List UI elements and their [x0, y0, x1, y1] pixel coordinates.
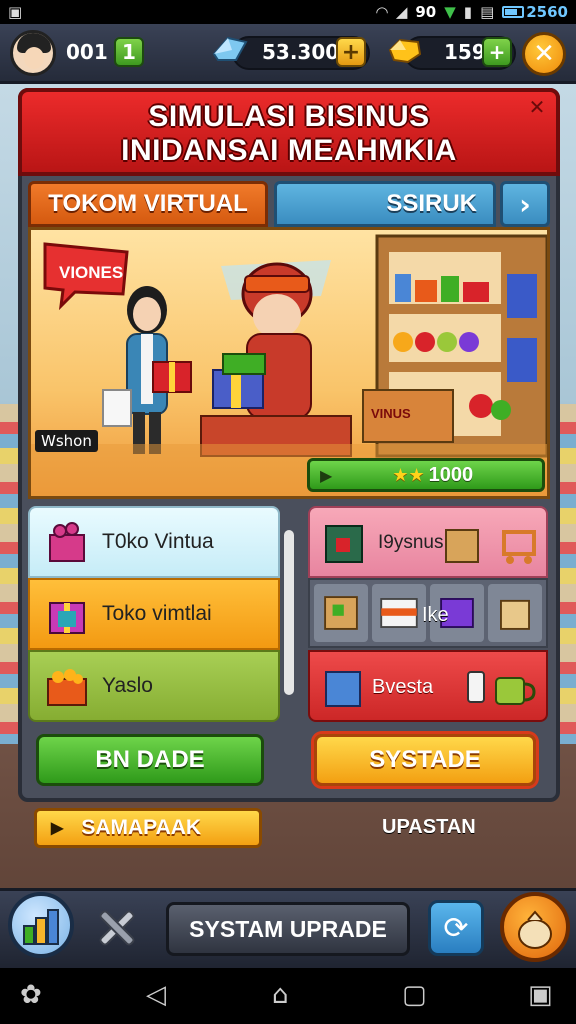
- list-item-label: Toko vimtlai: [102, 602, 212, 625]
- crystal-icon: [212, 36, 248, 61]
- upastan-link[interactable]: UPASTAN: [382, 816, 476, 839]
- signal-icon: ◢: [395, 3, 408, 21]
- shop-item[interactable]: I9ysnus: [308, 506, 548, 578]
- avatar[interactable]: [10, 30, 56, 76]
- systade-button[interactable]: SYSTADE: [314, 734, 536, 786]
- samapak-label: SAMAPAAK: [81, 816, 202, 839]
- shop-scene: VIONES VINUS Wshon ▶ ★★ 1000: [28, 227, 550, 499]
- screenshot-icon[interactable]: ▣: [528, 980, 553, 1010]
- play-icon: ▶: [320, 465, 333, 485]
- list-item[interactable]: Toko vimtlai: [28, 578, 280, 650]
- list-item[interactable]: T0ko Vintua: [28, 506, 280, 578]
- photo-icon: ▤: [480, 3, 495, 21]
- shelf-sign-text: VINUS: [371, 406, 411, 421]
- cabinet-icon: [325, 525, 363, 563]
- samapak-button[interactable]: ▶ SAMAPAAK: [34, 808, 262, 848]
- cup-icon: [495, 677, 536, 705]
- title-line-2: INIDANSAI MEAHMKIA: [121, 134, 457, 167]
- fruit-box-icon: [47, 669, 87, 706]
- shop-item-label: Ike: [422, 604, 449, 626]
- shopper-woman-icon: [102, 286, 192, 454]
- list-item[interactable]: Yaslo: [28, 650, 280, 722]
- banner-close-icon[interactable]: ✕: [526, 96, 548, 118]
- stats-button[interactable]: [8, 892, 74, 958]
- recent-apps-icon[interactable]: ▢: [402, 980, 427, 1010]
- data-icon: ▼: [444, 3, 456, 21]
- cardboard-box-icon: [445, 529, 479, 563]
- cellular-icon: ▮: [463, 3, 473, 21]
- signal-text: 90: [415, 3, 437, 21]
- bag-icon: [500, 599, 530, 630]
- add-coins-button[interactable]: +: [336, 37, 366, 67]
- title-line-1: SIMULASI BISINUS: [148, 100, 430, 133]
- home-icon[interactable]: ⌂: [272, 980, 289, 1010]
- system-upgrade-button[interactable]: SYSTAM UPRADE: [166, 902, 410, 956]
- phone-icon: [467, 671, 485, 703]
- sack-icon: [518, 910, 552, 949]
- gold-value: 159: [444, 40, 486, 64]
- gallery-icon: ▣: [8, 3, 23, 21]
- list-item-label: T0ko Vintua: [102, 530, 214, 553]
- add-gold-button[interactable]: +: [482, 37, 512, 67]
- battery-indicator: 2560: [502, 3, 568, 21]
- status-bar: ▣ ◠ ◢ 90 ▼ ▮ ▤ 2560: [0, 0, 576, 24]
- package-icon: [380, 598, 418, 628]
- title-banner: SIMULASI BISINUS INIDANSAI MEAHMKIA ✕: [18, 88, 560, 176]
- crate-icon: [324, 596, 358, 630]
- tools-icon[interactable]: [90, 900, 144, 954]
- close-game-button[interactable]: ✕: [522, 32, 566, 76]
- level-up-button[interactable]: 1: [114, 37, 144, 67]
- wifi-icon: ◠: [376, 3, 388, 21]
- bag-button[interactable]: [500, 892, 570, 962]
- gold-icon: [388, 38, 422, 64]
- reward-value: 1000: [428, 463, 474, 486]
- play-icon: ▶: [51, 820, 64, 837]
- shopkeeper-icon: [200, 260, 352, 457]
- progress-reward-button[interactable]: ▶ ★★ 1000: [307, 458, 545, 492]
- avatar-face: [24, 47, 44, 69]
- refresh-icon: ⟳: [443, 910, 469, 946]
- bn-dade-button[interactable]: BN DADE: [36, 734, 264, 786]
- settings-icon[interactable]: ✿: [20, 980, 42, 1010]
- tab-ssiruk[interactable]: SSIRUK: [274, 181, 496, 227]
- shop-cell[interactable]: [488, 584, 542, 642]
- star-rating: ★★: [392, 464, 425, 486]
- shop-cell[interactable]: [314, 584, 368, 642]
- shop-item[interactable]: Ike: [308, 578, 548, 648]
- sign-text: VIONES: [59, 263, 123, 282]
- list-item-label: Yaslo: [102, 674, 153, 697]
- shop-item[interactable]: Bvesta: [308, 650, 548, 722]
- player-level: 001: [66, 40, 108, 64]
- tab-toko-virtual[interactable]: TOKOM VIRTUAL: [28, 181, 268, 227]
- sign-icon: VIONES: [43, 242, 129, 311]
- tab-next-button[interactable]: ›: [500, 181, 550, 227]
- shop-cell[interactable]: [372, 584, 426, 642]
- battery-level: 2560: [526, 3, 568, 21]
- cart-icon: [502, 530, 536, 564]
- present-icon: [49, 602, 85, 634]
- coins-value: 53.300: [262, 40, 340, 64]
- shop-item-label: I9ysnus: [378, 532, 444, 553]
- bar-chart-icon: [23, 909, 59, 945]
- back-icon[interactable]: ◁: [146, 980, 166, 1010]
- shop-badge: Wshon: [35, 430, 98, 452]
- refresh-button[interactable]: ⟳: [428, 900, 484, 956]
- gift-box-icon: [49, 522, 85, 562]
- product-shelf-icon: VINUS: [362, 234, 547, 458]
- battery-icon: [502, 6, 525, 18]
- blue-box-icon: [325, 671, 361, 707]
- list-scrollbar[interactable]: [284, 530, 294, 695]
- shop-item-label: Bvesta: [372, 676, 434, 698]
